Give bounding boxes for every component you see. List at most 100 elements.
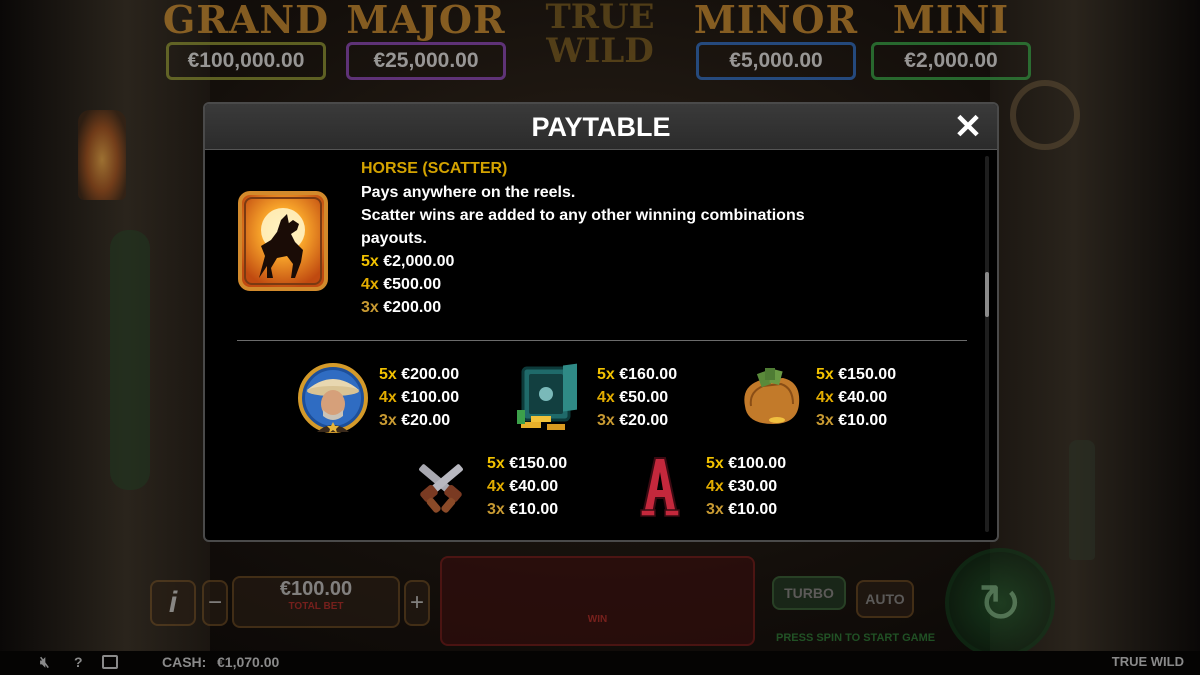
payout: €10.00 <box>728 501 778 518</box>
letter-a-pay-row: 5x €100.00 <box>706 455 786 473</box>
section-divider <box>237 340 967 341</box>
spin-button[interactable]: ↻ <box>945 548 1055 658</box>
multiplier: 4x <box>487 478 505 495</box>
multiplier: 5x <box>816 366 834 383</box>
total-bet-label: TOTAL BET <box>288 601 344 612</box>
jackpot-name: MAJOR <box>346 0 506 42</box>
help-button[interactable]: ? <box>74 654 83 670</box>
sheriff-pay-row: 3x €20.00 <box>379 412 450 430</box>
payout: €150.00 <box>509 455 568 472</box>
paytable-header: PAYTABLE ✕ <box>205 104 997 150</box>
scatter-desc-line-2: Scatter wins are added to any other winn… <box>361 207 805 224</box>
jackpot-major: MAJOR €25,000.00 <box>340 0 512 88</box>
info-button[interactable]: i <box>150 580 196 626</box>
multiplier: 3x <box>706 501 724 518</box>
logo-line-1: TRUE <box>545 0 655 37</box>
payout: €100.00 <box>401 389 460 406</box>
bottle-icon <box>1069 440 1095 560</box>
jackpot-value: €5,000.00 <box>696 42 856 80</box>
cash-value: €1,070.00 <box>217 654 280 670</box>
close-button[interactable]: ✕ <box>951 110 985 144</box>
multiplier: 5x <box>706 455 724 472</box>
jackpot-mini: MINI €2,000.00 <box>865 0 1037 88</box>
multiplier: 3x <box>379 412 397 429</box>
logo-line-2: WILD <box>546 31 654 71</box>
revolvers-pay-row: 3x €10.00 <box>487 501 558 519</box>
lantern-icon <box>78 110 126 200</box>
letter-a-pay-row: 4x €30.00 <box>706 478 777 496</box>
jackpot-grand: GRAND €100,000.00 <box>160 0 332 88</box>
game-name: TRUE WILD <box>1111 654 1184 669</box>
turbo-button[interactable]: TURBO <box>772 576 846 610</box>
paytable-title: PAYTABLE <box>531 112 671 142</box>
money-bag-icon <box>744 368 800 424</box>
history-icon[interactable] <box>102 655 118 669</box>
multiplier: 4x <box>361 276 379 293</box>
scatter-pay-row: 4x €500.00 <box>361 276 441 294</box>
letter-a-pay-row: 3x €10.00 <box>706 501 777 519</box>
payout: €200.00 <box>401 366 460 383</box>
spin-arrows-icon: ↻ <box>977 573 1023 634</box>
scatter-desc-line-1: Pays anywhere on the reels. <box>361 184 576 201</box>
safe-pay-row: 5x €160.00 <box>597 366 677 384</box>
payout: €160.00 <box>619 366 678 383</box>
payout: €40.00 <box>509 478 559 495</box>
multiplier: 3x <box>597 412 615 429</box>
crossed-revolvers-icon <box>419 464 463 513</box>
multiplier: 3x <box>816 412 834 429</box>
multiplier: 4x <box>816 389 834 406</box>
money-bag-pay-row: 5x €150.00 <box>816 366 896 384</box>
jackpot-value: €2,000.00 <box>871 42 1031 80</box>
bet-increase-button[interactable]: + <box>404 580 430 626</box>
revolvers-pay-row: 5x €150.00 <box>487 455 567 473</box>
money-bag-pay-row: 4x €40.00 <box>816 389 887 407</box>
scrollbar-thumb[interactable] <box>985 272 989 317</box>
sheriff-pay-row: 5x €200.00 <box>379 366 459 384</box>
win-label: WIN <box>587 614 608 625</box>
jackpot-name: GRAND <box>162 0 330 42</box>
horse-scatter-icon <box>238 191 328 291</box>
payout: €100.00 <box>728 455 787 472</box>
payout: €10.00 <box>838 412 888 429</box>
scatter-pay-row: 5x €2,000.00 <box>361 253 454 271</box>
sound-muted-icon[interactable]: 🔇︎ <box>40 654 49 671</box>
multiplier: 4x <box>706 478 724 495</box>
jackpot-value: €25,000.00 <box>346 42 506 80</box>
payout: €10.00 <box>509 501 559 518</box>
game-logo: TRUE WILD <box>520 0 680 88</box>
jackpot-bar: GRAND €100,000.00 MAJOR €25,000.00 TRUE … <box>160 0 1040 90</box>
multiplier: 5x <box>487 455 505 472</box>
sheriff-pay-row: 4x €100.00 <box>379 389 459 407</box>
spin-hint: PRESS SPIN TO START GAME <box>776 632 936 644</box>
auto-button[interactable]: AUTO <box>856 580 914 618</box>
control-panel: i − €100.00 TOTAL BET + WIN TURBO AUTO P… <box>140 556 1060 660</box>
multiplier: 5x <box>379 366 397 383</box>
money-bag-pay-row: 3x €10.00 <box>816 412 887 430</box>
multiplier: 5x <box>361 253 379 270</box>
multiplier: 4x <box>379 389 397 406</box>
jackpot-name: MINI <box>892 0 1010 42</box>
payout: €500.00 <box>383 276 442 293</box>
lasso-icon <box>1010 80 1080 150</box>
jackpot-name: MINOR <box>693 0 859 42</box>
multiplier: 5x <box>597 366 615 383</box>
payout: €2,000.00 <box>383 253 455 270</box>
cash-label: CASH: <box>162 654 207 670</box>
cactus-icon <box>110 230 150 490</box>
paytable-dialog: PAYTABLE ✕ HORSE (SCATTER) Pays anywhere… <box>203 102 999 542</box>
payout: €50.00 <box>619 389 669 406</box>
jackpot-minor: MINOR €5,000.00 <box>690 0 862 88</box>
payout: €30.00 <box>728 478 778 495</box>
multiplier: 3x <box>487 501 505 518</box>
scatter-desc-line-3: payouts. <box>361 230 427 247</box>
total-bet-value: €100.00 <box>279 578 353 600</box>
bet-decrease-button[interactable]: − <box>202 580 228 626</box>
scatter-pay-row: 3x €200.00 <box>361 299 441 317</box>
payout: €200.00 <box>383 299 442 316</box>
payout: €20.00 <box>401 412 451 429</box>
scrollbar[interactable] <box>985 156 989 532</box>
safe-pay-row: 3x €20.00 <box>597 412 668 430</box>
letter-a-icon <box>640 457 680 517</box>
safe-pay-row: 4x €50.00 <box>597 389 668 407</box>
win-display: WIN <box>440 556 755 646</box>
